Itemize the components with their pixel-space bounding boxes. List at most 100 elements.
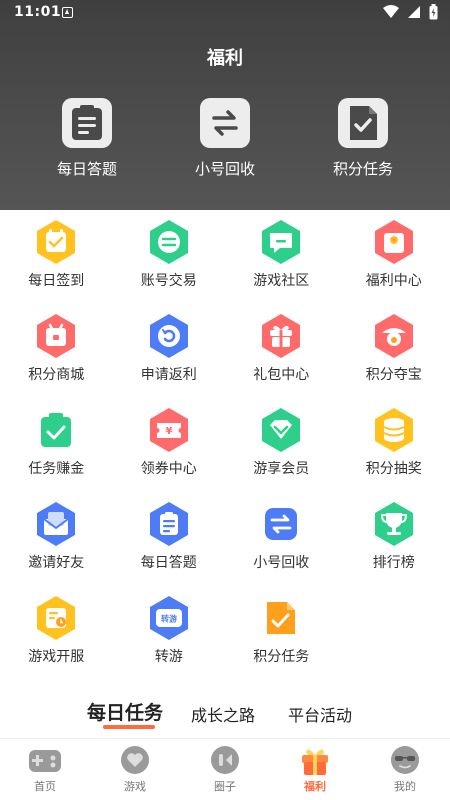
quick-actions: 每日答题 小号回收 积分任务	[0, 98, 450, 179]
grid-item-vip-member[interactable]: 游享会员	[225, 406, 338, 482]
active-tab-indicator	[103, 725, 155, 729]
grid-label: 邀请好友	[28, 555, 85, 571]
grid-item-apply-rebate[interactable]: 申请返利	[113, 312, 226, 388]
grid-item-account-trade[interactable]: 账号交易	[113, 218, 226, 294]
grid-item-daily-quiz[interactable]: 每日答题	[113, 500, 226, 576]
wifi-icon	[383, 5, 399, 18]
coins-icon	[374, 408, 413, 452]
gamepad-icon	[29, 750, 61, 772]
tab-platform-events[interactable]: 平台活动	[288, 702, 352, 726]
svg-text:¥: ¥	[165, 426, 172, 437]
tab-daily-tasks[interactable]: 每日任务	[87, 698, 163, 725]
grid-item-welfare-center[interactable]: ¥ 福利中心	[338, 218, 450, 294]
signal-icon	[408, 6, 420, 18]
quick-label: 积分任务	[332, 160, 393, 178]
circle-chat-icon	[211, 746, 239, 774]
grid-label: 游戏社区	[253, 273, 310, 289]
nav-label: 首页	[34, 780, 56, 793]
nav-welfare[interactable]: 福利	[270, 739, 360, 800]
transfer-badge-text: 转游	[161, 614, 177, 624]
grid-label: 小号回收	[253, 555, 310, 571]
grid-item-points-treasure[interactable]: 积分夺宝	[338, 312, 450, 388]
heart-bubble-icon	[121, 746, 149, 774]
grid-item-account-recycle[interactable]: 小号回收	[225, 500, 338, 576]
grid-item-invite-friends[interactable]: 邀请好友	[0, 500, 113, 576]
grid-item-points-mall[interactable]: 积分商城	[0, 312, 113, 388]
member-icon	[262, 408, 301, 452]
chat-icon	[262, 220, 301, 264]
grid-item-leaderboard[interactable]: 排行榜	[338, 500, 450, 576]
nav-home[interactable]: 首页	[0, 739, 90, 800]
grid-label: 积分商城	[28, 367, 85, 383]
grid-label: 积分抽奖	[365, 461, 422, 477]
grid-label: 账号交易	[140, 273, 197, 289]
quick-account-recycle[interactable]: 小号回收	[170, 98, 280, 179]
exchange-icon	[212, 110, 238, 136]
grid-label: 任务赚金	[28, 461, 85, 477]
nav-label: 游戏	[124, 780, 146, 793]
task-bag-icon	[41, 413, 72, 447]
quick-label: 小号回收	[194, 160, 255, 178]
nav-mine[interactable]: 我的	[360, 739, 450, 800]
grid-label: 游戏开服	[28, 649, 85, 665]
clipboard-icon	[72, 105, 102, 140]
coupon-icon: ¥	[149, 408, 188, 452]
task-tabs: 每日任务 成长之路 平台活动	[0, 694, 450, 734]
status-bar: 11:01	[0, 0, 450, 26]
grid-label: 游享会员	[253, 461, 310, 477]
grid-label: 每日签到	[28, 273, 85, 289]
quick-label: 每日答题	[56, 160, 117, 178]
feature-grid: 每日签到 账号交易 游戏社区 ¥ 福利中心 积分商城 申请返利 礼包中心 积分夺…	[0, 218, 450, 670]
grid-item-game-servers[interactable]: 游戏开服	[0, 594, 113, 670]
grid-label: 申请返利	[140, 367, 197, 383]
battery-icon	[429, 4, 438, 20]
nav-label: 福利	[304, 780, 326, 793]
gift-box-icon	[262, 314, 301, 358]
grid-item-transfer-game[interactable]: 转游 转游	[113, 594, 226, 670]
gift-bag-icon: ¥	[374, 220, 413, 264]
grid-label: 领券中心	[140, 461, 197, 477]
document-check-icon	[267, 602, 296, 634]
grid-label: 每日答题	[140, 555, 197, 571]
clipboard-icon	[149, 502, 188, 546]
shop-icon	[37, 314, 76, 358]
nav-circle[interactable]: 圈子	[180, 739, 270, 800]
grid-item-daily-checkin[interactable]: 每日签到	[0, 218, 113, 294]
grid-item-gift-center[interactable]: 礼包中心	[225, 312, 338, 388]
page-title: 福利	[207, 48, 243, 69]
grid-label: 福利中心	[365, 273, 422, 289]
grid-label: 转游	[154, 649, 183, 665]
notification-icon	[62, 7, 73, 18]
grid-label: 礼包中心	[253, 367, 310, 383]
grid-item-game-community[interactable]: 游戏社区	[225, 218, 338, 294]
treasure-icon	[374, 314, 413, 358]
grid-label: 积分任务	[253, 649, 310, 665]
quick-daily-quiz[interactable]: 每日答题	[32, 98, 142, 179]
transfer-game-icon: 转游	[149, 596, 188, 640]
gift-icon	[302, 749, 328, 775]
server-clock-icon	[37, 596, 76, 640]
calendar-check-icon	[37, 220, 76, 264]
exchange-icon	[265, 508, 298, 540]
document-check-icon	[350, 106, 377, 140]
exchange-icon	[149, 220, 188, 264]
nav-label: 我的	[394, 780, 416, 793]
tab-growth-path[interactable]: 成长之路	[191, 702, 255, 726]
nav-label: 圈子	[214, 780, 236, 793]
grid-label: 排行榜	[372, 555, 415, 571]
quick-points-task[interactable]: 积分任务	[308, 98, 418, 179]
bottom-nav: 首页 游戏 圈子 福利 我的	[0, 738, 450, 800]
envelope-icon	[37, 502, 76, 546]
welfare-header: 11:01 福利 每日答题 小号回收 积分任务	[0, 0, 450, 210]
grid-label: 积分夺宝	[365, 367, 422, 383]
status-time: 11:01	[14, 4, 62, 20]
sunglasses-face-icon	[391, 746, 419, 774]
svg-text:¥: ¥	[392, 238, 396, 245]
grid-item-task-earn[interactable]: 任务赚金	[0, 406, 113, 482]
refund-icon	[149, 314, 188, 358]
grid-item-coupon-center[interactable]: ¥ 领券中心	[113, 406, 226, 482]
nav-games[interactable]: 游戏	[90, 739, 180, 800]
grid-item-points-lottery[interactable]: 积分抽奖	[338, 406, 450, 482]
grid-item-points-task[interactable]: 积分任务	[225, 594, 338, 670]
trophy-icon	[374, 502, 413, 546]
